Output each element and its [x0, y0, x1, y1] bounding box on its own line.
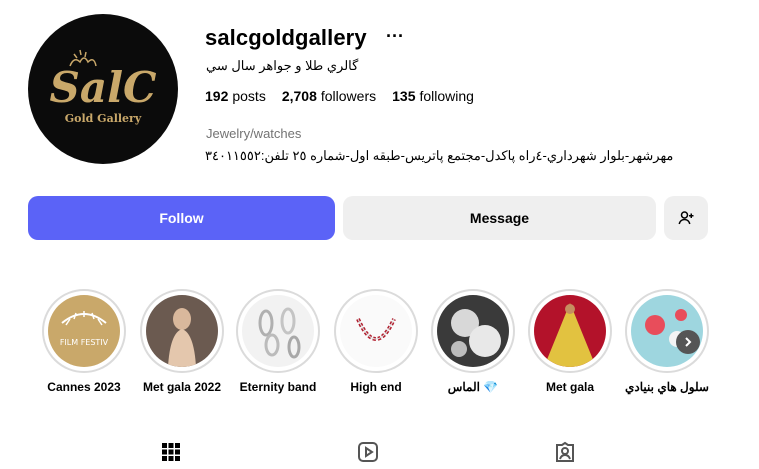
tagged-icon: [556, 441, 574, 462]
follow-button[interactable]: Follow: [28, 196, 335, 240]
add-user-button[interactable]: [664, 196, 708, 240]
profile-avatar[interactable]: SalC Gold Gallery: [28, 14, 178, 164]
highlight-thumbnail: FILM FESTIV: [48, 295, 120, 367]
highlight-high-end[interactable]: High end: [334, 289, 418, 394]
profile-bio: مهرشهر-بلوار شهرداري-٤راه پاكدل-مجتمع پا…: [205, 148, 674, 163]
highlight-thumbnail: [242, 295, 314, 367]
followers-stat[interactable]: 2,708 followers: [282, 88, 376, 104]
highlight-label: Met gala 2022: [142, 380, 222, 394]
more-options-icon[interactable]: ···: [386, 26, 404, 47]
profile-stats: 192 posts 2,708 followers 135 following: [205, 88, 474, 104]
highlight-thumbnail: [146, 295, 218, 367]
highlight-eternity-band[interactable]: Eternity band: [236, 289, 320, 394]
highlight-thumbnail: [437, 295, 509, 367]
message-button[interactable]: Message: [343, 196, 656, 240]
add-user-icon: [678, 211, 694, 225]
highlight-label: Cannes 2023: [47, 380, 121, 394]
highlight-label: سلول هاي بنيادي: [625, 380, 709, 394]
highlight-diamond[interactable]: الماس 💎: [431, 289, 515, 394]
tab-reels[interactable]: [356, 440, 380, 464]
profile-category: Jewelry/watches: [206, 126, 302, 141]
full-name: گالري طلا و جواهر سال سي: [206, 58, 359, 73]
reels-icon: [358, 442, 378, 462]
highlights-next-button[interactable]: [676, 330, 700, 354]
highlight-met-gala[interactable]: Met gala: [528, 289, 612, 394]
tab-tagged[interactable]: [553, 440, 577, 464]
username: salcgoldgallery: [205, 25, 367, 50]
highlight-cannes-2023[interactable]: FILM FESTIV Cannes 2023: [42, 289, 126, 394]
svg-text:SalC: SalC: [50, 63, 158, 112]
highlight-label: الماس 💎: [447, 380, 499, 394]
highlight-thumbnail: [340, 295, 412, 367]
highlight-thumbnail: [534, 295, 606, 367]
highlight-met-gala-2022[interactable]: Met gala 2022: [140, 289, 224, 394]
tab-posts[interactable]: [159, 440, 183, 464]
posts-stat: 192 posts: [205, 88, 266, 104]
chevron-right-icon: [685, 337, 692, 347]
salc-logo: SalC Gold Gallery: [50, 49, 158, 125]
highlight-label: Met gala: [545, 380, 594, 394]
grid-icon: [162, 443, 180, 461]
svg-text:Gold Gallery: Gold Gallery: [65, 112, 142, 125]
following-stat[interactable]: 135 following: [392, 88, 474, 104]
highlight-label: High end: [350, 380, 402, 394]
highlight-label: Eternity band: [239, 380, 317, 394]
svg-text:FILM FESTIV: FILM FESTIV: [60, 338, 109, 347]
